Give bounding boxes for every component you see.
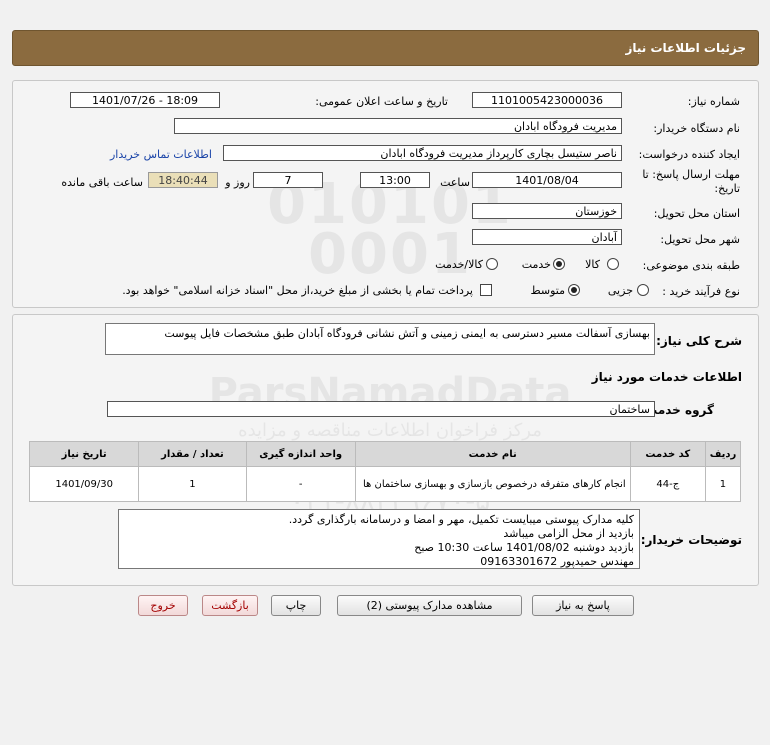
- table-row: 1 ج-44 انجام کارهای متفرقه درخصوص بازساز…: [28, 466, 742, 502]
- province-field: خوزستان: [472, 203, 622, 219]
- process-medium-radio[interactable]: [568, 284, 580, 296]
- col-quantity: تعداد / مقدار: [138, 441, 247, 467]
- col-unit: واحد اندازه گیری: [245, 441, 356, 467]
- buyer-org-field: مدیریت فرودگاه ابادان: [174, 118, 622, 134]
- city-label: شهر محل تحویل:: [660, 233, 740, 246]
- reply-button[interactable]: پاسخ به نیاز: [532, 595, 634, 616]
- city-field: آبادان: [472, 229, 622, 245]
- deadline-label: مهلت ارسال پاسخ: تا تاریخ:: [642, 168, 740, 196]
- cell-unit: -: [245, 466, 356, 502]
- buyer-note-line: بازدید دوشنبه 1401/08/02 ساعت 10:30 صبح: [414, 541, 634, 554]
- cell-service-code: ج-44: [629, 466, 706, 502]
- print-button[interactable]: چاپ: [271, 595, 321, 616]
- col-need-date: تاریخ نیاز: [28, 441, 140, 467]
- need-number-field: 1101005423000036: [472, 92, 622, 108]
- services-table: ردیف کد خدمت نام خدمت واحد اندازه گیری ت…: [28, 441, 742, 502]
- deadline-label-line-1: مهلت ارسال پاسخ: تا: [642, 168, 740, 181]
- col-row: ردیف: [704, 441, 742, 467]
- category-goods-label: کالا: [585, 258, 600, 271]
- need-number-label: شماره نیاز:: [687, 95, 740, 108]
- announce-datetime-field: 1401/07/26 - 18:09: [70, 92, 220, 108]
- category-goods-radio[interactable]: [607, 258, 619, 270]
- process-type-label: نوع فرآیند خرید :: [662, 285, 740, 298]
- col-service-name: نام خدمت: [354, 441, 631, 467]
- category-label: طبقه بندی موضوعی:: [642, 259, 740, 272]
- province-label: استان محل تحویل:: [653, 207, 740, 220]
- category-goods-service-label: کالا/خدمت: [435, 258, 483, 271]
- exit-button[interactable]: خروج: [138, 595, 188, 616]
- announce-datetime-label: تاریخ و ساعت اعلان عمومی:: [315, 95, 448, 108]
- days-label: روز و: [225, 176, 250, 189]
- deadline-date-field: 1401/08/04: [472, 172, 622, 188]
- cell-service-name: انجام کارهای متفرقه درخصوص بازسازی و بهس…: [354, 466, 631, 502]
- process-minor-label: جزیی: [607, 284, 633, 297]
- buyer-note-line: بازدید از محل الزامی میباشد: [503, 527, 634, 540]
- cell-quantity: 1: [138, 466, 247, 502]
- col-service-code: کد خدمت: [629, 441, 706, 467]
- days-remaining-field: 7: [253, 172, 323, 188]
- services-heading: اطلاعات خدمات مورد نیاز: [591, 370, 742, 384]
- treasury-payment-checkbox[interactable]: [480, 284, 492, 296]
- deadline-label-line-2: تاریخ:: [714, 182, 740, 195]
- buyer-notes-box: کلیه مدارک پیوستی میبایست تکمیل، مهر و ا…: [118, 509, 640, 569]
- buyer-note-line: کلیه مدارک پیوستی میبایست تکمیل، مهر و ا…: [288, 513, 634, 526]
- remaining-time-label: ساعت باقی مانده: [61, 176, 143, 189]
- buyer-notes-label: توضیحات خریدار:: [640, 533, 742, 547]
- requester-field: ناصر ستیسل بچاری کارپرداز مدیریت فرودگاه…: [223, 145, 622, 161]
- buyer-contact-link[interactable]: اطلاعات تماس خریدار: [110, 148, 212, 161]
- page-title: جزئیات اطلاعات نیاز: [625, 41, 746, 55]
- process-minor-radio[interactable]: [637, 284, 649, 296]
- treasury-payment-text: پرداخت تمام یا بخشی از مبلغ خرید،از محل …: [122, 284, 473, 297]
- deadline-time-label: ساعت: [440, 176, 470, 189]
- summary-label: شرح کلی نیاز:: [656, 334, 742, 348]
- buyer-org-label: نام دستگاه خریدار:: [653, 122, 740, 135]
- category-service-radio[interactable]: [553, 258, 565, 270]
- category-goods-service-radio[interactable]: [486, 258, 498, 270]
- back-button[interactable]: بازگشت: [202, 595, 258, 616]
- remaining-time-field: 18:40:44: [148, 172, 218, 188]
- requester-label: ایجاد کننده درخواست:: [638, 148, 740, 161]
- process-medium-label: متوسط: [530, 284, 565, 297]
- cell-need-date: 1401/09/30: [28, 466, 140, 502]
- services-table-header: ردیف کد خدمت نام خدمت واحد اندازه گیری ت…: [28, 441, 742, 467]
- summary-field: بهسازی آسفالت مسیر دسترسی به ایمنی زمینی…: [105, 323, 655, 355]
- service-group-field: ساختمان: [107, 401, 655, 417]
- cell-row: 1: [704, 466, 742, 502]
- category-service-label: خدمت: [521, 258, 551, 271]
- view-attachments-button[interactable]: مشاهده مدارک پیوستی (2): [337, 595, 522, 616]
- page-header: جزئیات اطلاعات نیاز: [12, 30, 759, 66]
- deadline-time-field: 13:00: [360, 172, 430, 188]
- buyer-note-line: مهندس حمیدپور 09163301672: [480, 555, 634, 568]
